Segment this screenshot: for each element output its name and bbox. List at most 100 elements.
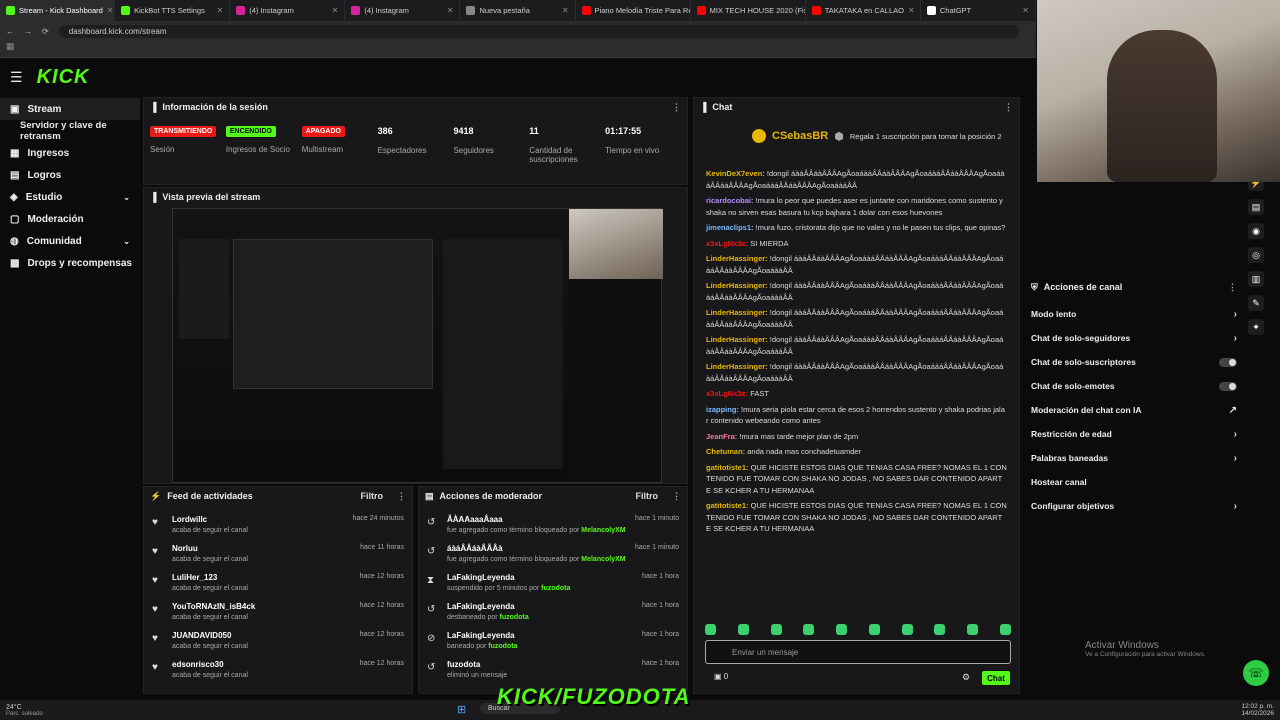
settings-icon[interactable]: ✦	[1248, 319, 1264, 335]
mod-target[interactable]: ÂÀAAaaaÂaaa	[447, 515, 626, 524]
mod-target[interactable]: LaFakingLeyenda	[447, 573, 570, 582]
chevron-down-icon[interactable]: ⌄	[123, 193, 130, 202]
layout-icon[interactable]: ▥	[1248, 271, 1264, 287]
chevron-right-icon[interactable]: ›	[1234, 501, 1237, 512]
emote-icon[interactable]	[836, 624, 848, 635]
channel-action-item[interactable]: Restricción de edad ›	[1025, 422, 1243, 446]
chevron-down-icon[interactable]: ⌄	[123, 237, 130, 246]
clock[interactable]: 12:02 p. m. 14/02/2026	[1241, 703, 1274, 717]
kebab-menu-icon[interactable]: ⋮	[672, 102, 681, 113]
chat-username[interactable]: gatitotiste1:	[706, 501, 751, 510]
mod-target[interactable]: LaFakingLeyenda	[447, 602, 529, 611]
sidebar-item[interactable]: ◍ Comunidad ⌄	[0, 230, 140, 252]
feed-filter-button[interactable]: Filtro	[361, 491, 384, 501]
mod-action-item[interactable]: ⊘ LaFakingLeyenda baneado por fuzodota hace…	[419, 627, 687, 656]
support-chat-icon[interactable]: ☏	[1243, 660, 1269, 686]
browser-tab[interactable]: (4) Instagram ✕	[230, 0, 346, 21]
mod-action-item[interactable]: ↺ áàáÂÂáàÂÂÂà fue agregado como término bl…	[419, 540, 687, 569]
emote-icon[interactable]	[901, 624, 913, 635]
feed-item[interactable]: ♥ Lordwillc acaba de seguir el canal hace 2…	[144, 511, 412, 540]
browser-tab[interactable]: Stream - Kick Dashboard ✕	[0, 0, 116, 21]
emote-icon[interactable]	[868, 624, 880, 635]
mod-action-item[interactable]: ⧗ LaFakingLeyenda suspendido por 5 minutos…	[419, 569, 687, 598]
browser-tab[interactable]: TAKATAKA en CALLAO ✕	[806, 0, 921, 21]
channel-action-item[interactable]: Chat de solo-suscriptores	[1025, 350, 1243, 374]
chat-username[interactable]: LinderHassinger:	[706, 281, 770, 290]
browser-tab[interactable]: (4) Instagram ✕	[345, 0, 461, 21]
emote-icon[interactable]	[934, 624, 946, 635]
close-icon[interactable]: ✕	[217, 6, 224, 15]
feed-item[interactable]: ♥ LuliHer_123 acaba de seguir el canal hace…	[144, 569, 412, 598]
send-chat-button[interactable]: Chat	[982, 671, 1010, 685]
chevron-right-icon[interactable]: ›	[1234, 453, 1237, 464]
feed-item[interactable]: ♥ Norluu acaba de seguir el canal hace 11 h…	[144, 540, 412, 569]
weather-widget[interactable]: 24°C Parc. soleado	[6, 704, 43, 717]
sidebar-item[interactable]: ◈ Estudio ⌄	[0, 186, 140, 208]
browser-tab[interactable]: ChatGPT ✕	[921, 0, 1036, 21]
wrench-icon[interactable]: ✎	[1248, 295, 1264, 311]
feed-user[interactable]: edsonrisco30	[172, 660, 248, 669]
chevron-right-icon[interactable]: ›	[1234, 333, 1237, 344]
mod-by[interactable]: fuzodota	[541, 585, 570, 592]
browser-tab[interactable]: Nueva pestaña ✕	[460, 0, 576, 21]
external-link-icon[interactable]: ↗	[1229, 405, 1237, 416]
feed-user[interactable]: Norluu	[172, 544, 248, 553]
sidebar-item-server-key[interactable]: Servidor y clave de retransm	[0, 120, 140, 142]
kebab-menu-icon[interactable]: ⋮	[1228, 282, 1237, 293]
gift-counter-icon[interactable]: ▣	[714, 672, 722, 681]
chevron-right-icon[interactable]: ›	[1234, 309, 1237, 320]
url-field[interactable]: dashboard.kick.com/stream	[58, 24, 1019, 38]
sidebar-item[interactable]: ▤ Logros	[0, 164, 140, 186]
channel-action-item[interactable]: Hostear canal	[1025, 470, 1243, 494]
chat-input[interactable]: Enviar un mensaje	[705, 640, 1011, 664]
back-icon[interactable]: ←	[6, 27, 14, 36]
channel-action-item[interactable]: Chat de solo-emotes	[1025, 374, 1243, 398]
stream-preview-video[interactable]	[172, 208, 663, 483]
chat-username[interactable]: x3xLgNx3x:	[706, 389, 750, 398]
chat-username[interactable]: LinderHassinger:	[706, 254, 770, 263]
chat-username[interactable]: jimenaclips1:	[706, 223, 756, 232]
close-icon[interactable]: ✕	[107, 6, 114, 15]
chat-username[interactable]: JeanFra:	[706, 432, 739, 441]
close-icon[interactable]: ✕	[908, 6, 915, 15]
kebab-menu-icon[interactable]: ⋮	[672, 491, 681, 502]
emote-icon[interactable]	[803, 624, 815, 635]
channel-action-item[interactable]: Chat de solo-seguidores ›	[1025, 326, 1243, 350]
feed-item[interactable]: ♥ YouToRNAzIN_isB4ck acaba de seguir el ca…	[144, 598, 412, 627]
mod-filter-button[interactable]: Filtro	[636, 491, 659, 501]
chat-username[interactable]: KevinDeX7even:	[706, 169, 767, 178]
feed-user[interactable]: YouToRNAzIN_isB4ck	[172, 602, 255, 611]
emote-icon[interactable]	[737, 624, 749, 635]
feed-user[interactable]: Lordwillc	[172, 515, 248, 524]
emote-icon[interactable]	[705, 624, 716, 635]
menu-icon[interactable]: ☰	[10, 69, 23, 86]
close-icon[interactable]: ✕	[332, 6, 339, 15]
chat-username[interactable]: LinderHassinger:	[706, 362, 770, 371]
reload-icon[interactable]: ⟳	[42, 27, 49, 36]
feed-user[interactable]: JUANDAVID050	[172, 631, 248, 640]
channel-action-item[interactable]: Configurar objetivos ›	[1025, 494, 1243, 518]
mod-target[interactable]: fuzodota	[447, 660, 507, 669]
toggle-switch[interactable]	[1219, 357, 1237, 367]
sidebar-item[interactable]: ▢ Moderación	[0, 208, 140, 230]
emote-icon[interactable]	[999, 624, 1011, 635]
kick-logo[interactable]: KICK	[37, 66, 90, 89]
chat-username[interactable]: gatitotiste1:	[706, 463, 751, 472]
chevron-right-icon[interactable]: ›	[1234, 429, 1237, 440]
mod-action-item[interactable]: ↺ LaFakingLeyenda desbaneado por fuzodota h…	[419, 598, 687, 627]
apps-icon[interactable]: ▦	[6, 41, 15, 51]
windows-start-icon[interactable]: ⊞	[457, 703, 466, 716]
feed-item[interactable]: ♥ edsonrisco30 acaba de seguir el canal hac…	[144, 656, 412, 685]
chat-username[interactable]: x3xLgNx3x:	[706, 239, 750, 248]
close-icon[interactable]: ✕	[447, 6, 454, 15]
close-icon[interactable]: ✕	[562, 6, 569, 15]
chat-username[interactable]: LinderHassinger:	[706, 335, 770, 344]
sidebar-item[interactable]: ▩ Drops y recompensas	[0, 252, 140, 274]
feed-user[interactable]: LuliHer_123	[172, 573, 248, 582]
browser-tab[interactable]: KickBot TTS Settings ✕	[115, 0, 231, 21]
mod-by[interactable]: fuzodota	[500, 614, 529, 621]
mod-action-item[interactable]: ↺ fuzodota eliminó un mensaje hace 1 hora	[419, 656, 687, 685]
mod-by[interactable]: fuzodota	[488, 643, 517, 650]
emote-icon[interactable]	[770, 624, 782, 635]
chat-username[interactable]: ricardocobai:	[706, 196, 756, 205]
